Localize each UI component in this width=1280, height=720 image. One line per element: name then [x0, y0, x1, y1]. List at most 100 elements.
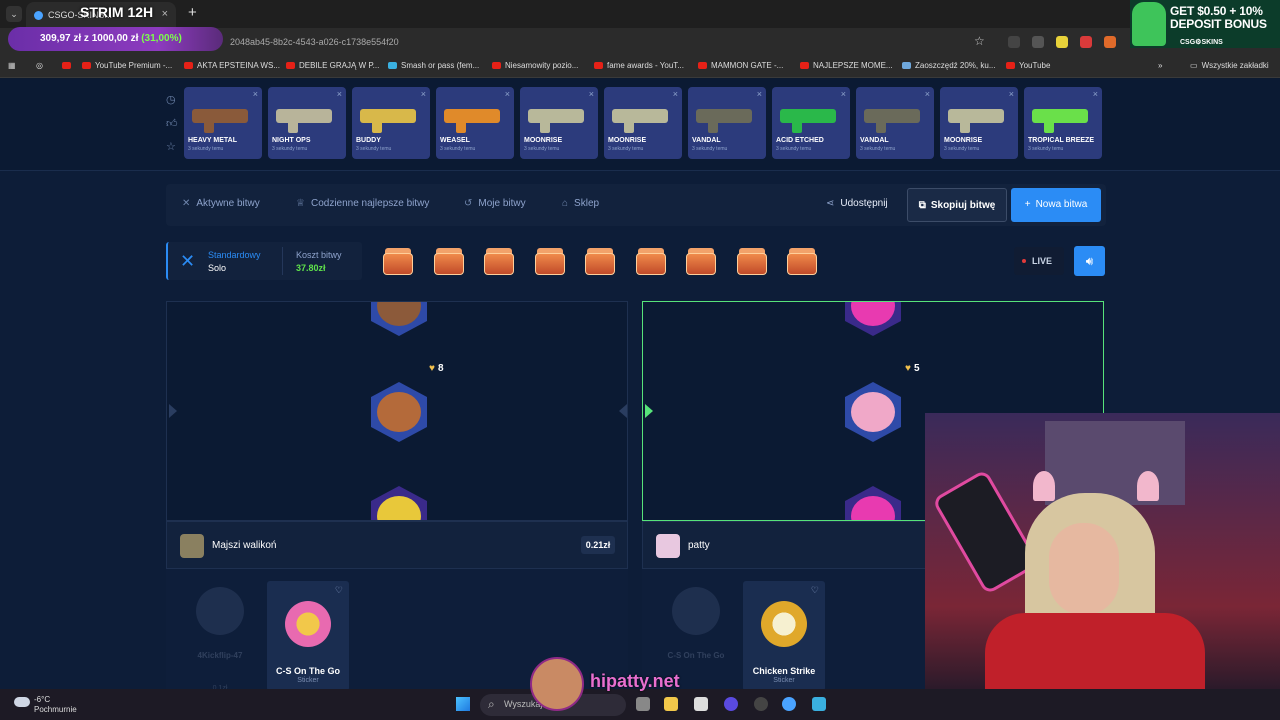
bookmark-label: YouTube Premium -...	[95, 61, 173, 70]
steam-icon[interactable]	[754, 697, 768, 711]
battle-case-icon[interactable]	[684, 245, 718, 277]
clock-icon[interactable]: ◷	[166, 93, 176, 106]
bookmark-label: DEBILE GRAJĄ W P...	[299, 61, 380, 70]
bookmark-item[interactable]: Niesamowity pozio...	[492, 61, 578, 70]
new-tab-icon[interactable]: +	[188, 4, 197, 21]
task-view-icon[interactable]	[636, 697, 650, 711]
weapon-grip	[288, 119, 298, 133]
sticker-item	[365, 378, 433, 446]
bookmark-item[interactable]: DEBILE GRAJĄ W P...	[286, 61, 379, 70]
close-icon[interactable]: ×	[253, 89, 258, 99]
bookmark-item[interactable]: AKTA EPSTEINA WS...	[184, 61, 280, 70]
bookmark-item[interactable]: fame awards - YouT...	[594, 61, 684, 70]
close-icon[interactable]: ×	[589, 89, 594, 99]
weather-condition: Pochmurnie	[34, 705, 77, 714]
extension-icon[interactable]	[1056, 36, 1068, 48]
youtube-icon	[184, 62, 193, 69]
nav-active-battles[interactable]: ✕ Aktywne bitwy	[182, 198, 260, 209]
tab-search-icon[interactable]: ⌄	[6, 6, 22, 22]
weapon-grip	[708, 119, 718, 133]
close-icon[interactable]: ×	[337, 89, 342, 99]
bookmark-item[interactable]: YouTube	[1006, 61, 1050, 70]
live-drop-item[interactable]: × TROPICAL BREEZE 3 sekundy temu	[1024, 87, 1102, 159]
case-body	[635, 253, 666, 275]
swords-icon: ✕	[182, 198, 191, 209]
bookmark-star-icon[interactable]: ☆	[974, 34, 985, 48]
bookmark-item[interactable]: NAJLEPSZE MOME...	[800, 61, 893, 70]
battle-case-icon[interactable]	[482, 245, 516, 277]
close-icon[interactable]: ×	[505, 89, 510, 99]
live-drop-item[interactable]: × MOONRISE 3 sekundy temu	[520, 87, 598, 159]
sticker-item	[365, 302, 433, 340]
history-icon: ↺	[464, 198, 473, 209]
bookmark-item[interactable]: Smash or pass (fem...	[388, 61, 479, 70]
battle-case-icon[interactable]	[634, 245, 668, 277]
close-icon[interactable]: ×	[757, 89, 762, 99]
battle-case-icon[interactable]	[533, 245, 567, 277]
battle-case-icon[interactable]	[381, 245, 415, 277]
star-icon[interactable]: ☆	[166, 140, 176, 153]
drop-time: 3 sekundy temu	[944, 146, 980, 152]
taskbar: -6°C Pochmurnie Wyszukaj	[0, 689, 1280, 720]
share-button[interactable]: ⋖ Udostępnij	[826, 198, 888, 209]
close-icon[interactable]: ×	[1093, 89, 1098, 99]
close-icon[interactable]: ×	[925, 89, 930, 99]
live-drop-item[interactable]: × HEAVY METAL 3 sekundy temu	[184, 87, 262, 159]
bookmarks-bar: ▦ ◎ YouTube Premium -... AKTA EPSTEINA W…	[0, 56, 1280, 78]
extension-icon[interactable]	[1080, 36, 1092, 48]
close-icon[interactable]: ×	[421, 89, 426, 99]
nav-shop[interactable]: ⌂ Sklep	[562, 198, 599, 209]
battle-case-icon[interactable]	[785, 245, 819, 277]
app-icon[interactable]	[724, 697, 738, 711]
item-name: Chicken Strike	[752, 666, 816, 676]
close-icon[interactable]: ×	[1009, 89, 1014, 99]
live-drop-item[interactable]: × ACID ETCHED 3 sekundy temu	[772, 87, 850, 159]
mode-value: Solo	[208, 263, 227, 273]
weapon-grip	[792, 119, 802, 133]
apps-grid-icon[interactable]: ▦	[8, 61, 16, 70]
bookmark-item[interactable]: Zaoszczędź 20%, ku...	[902, 61, 995, 70]
battle-case-icon[interactable]	[583, 245, 617, 277]
bookmark-item[interactable]: MAMMON GATE -...	[698, 61, 783, 70]
mode-label: Standardowy	[208, 250, 261, 260]
close-icon[interactable]: ×	[841, 89, 846, 99]
nav-daily-best[interactable]: ♕ Codzienne najlepsze bitwy	[296, 198, 429, 209]
extension-icon[interactable]	[1008, 36, 1020, 48]
live-drop-item[interactable]: × MOONRISE 3 sekundy temu	[940, 87, 1018, 159]
url-field[interactable]: 2048ab45-8b2c-4543-a026-c1738e554f20	[230, 37, 399, 47]
chrome-icon[interactable]: ◎	[36, 61, 43, 70]
volume-icon[interactable]: 🔊︎	[1074, 246, 1105, 276]
nav-my-battles[interactable]: ↺ Moje bitwy	[464, 198, 526, 209]
store-icon[interactable]	[694, 697, 708, 711]
new-battle-button[interactable]: + Nowa bitwa	[1011, 188, 1101, 222]
live-drop-item[interactable]: × MOONRISE 3 sekundy temu	[604, 87, 682, 159]
weapon-grip	[456, 119, 466, 133]
drop-time: 3 sekundy temu	[188, 146, 224, 152]
live-drop-item[interactable]: × VANDAL 3 sekundy temu	[688, 87, 766, 159]
won-item-card[interactable]: ♡ Chicken Strike Sticker	[743, 581, 825, 691]
chevron-right-icon[interactable]: »	[1158, 61, 1162, 70]
won-item-card[interactable]: ♡ C-S On The Go Sticker	[267, 581, 349, 691]
youtube-icon[interactable]	[62, 61, 75, 70]
close-tab-icon[interactable]: ×	[162, 8, 168, 20]
chrome-icon[interactable]	[782, 697, 796, 711]
all-bookmarks[interactable]: ▭ Wszystkie zakładki	[1190, 61, 1269, 70]
battle-case-icon[interactable]	[735, 245, 769, 277]
extension-icon[interactable]	[1104, 36, 1116, 48]
sticker-icon	[672, 587, 720, 635]
copy-battle-button[interactable]: ⧉ Skopiuj bitwę	[907, 188, 1007, 222]
battle-case-icon[interactable]	[432, 245, 466, 277]
thumbs-up-icon[interactable]: 👍︎	[166, 117, 178, 130]
notepad-icon[interactable]	[812, 697, 826, 711]
file-explorer-icon[interactable]	[664, 697, 678, 711]
sticker-icon	[196, 587, 244, 635]
live-drop-item[interactable]: × VANDAL 3 sekundy temu	[856, 87, 934, 159]
live-drop-item[interactable]: × BUDDY 3 sekundy temu	[352, 87, 430, 159]
close-icon[interactable]: ×	[673, 89, 678, 99]
live-drop-item[interactable]: × NIGHT OPS 3 sekundy temu	[268, 87, 346, 159]
bookmark-item[interactable]: YouTube Premium -...	[82, 61, 172, 70]
windows-start-icon[interactable]	[456, 697, 470, 711]
shield-check-icon: ♡	[334, 585, 343, 595]
extension-icon[interactable]	[1032, 36, 1044, 48]
live-drop-item[interactable]: × WEASEL 3 sekundy temu	[436, 87, 514, 159]
